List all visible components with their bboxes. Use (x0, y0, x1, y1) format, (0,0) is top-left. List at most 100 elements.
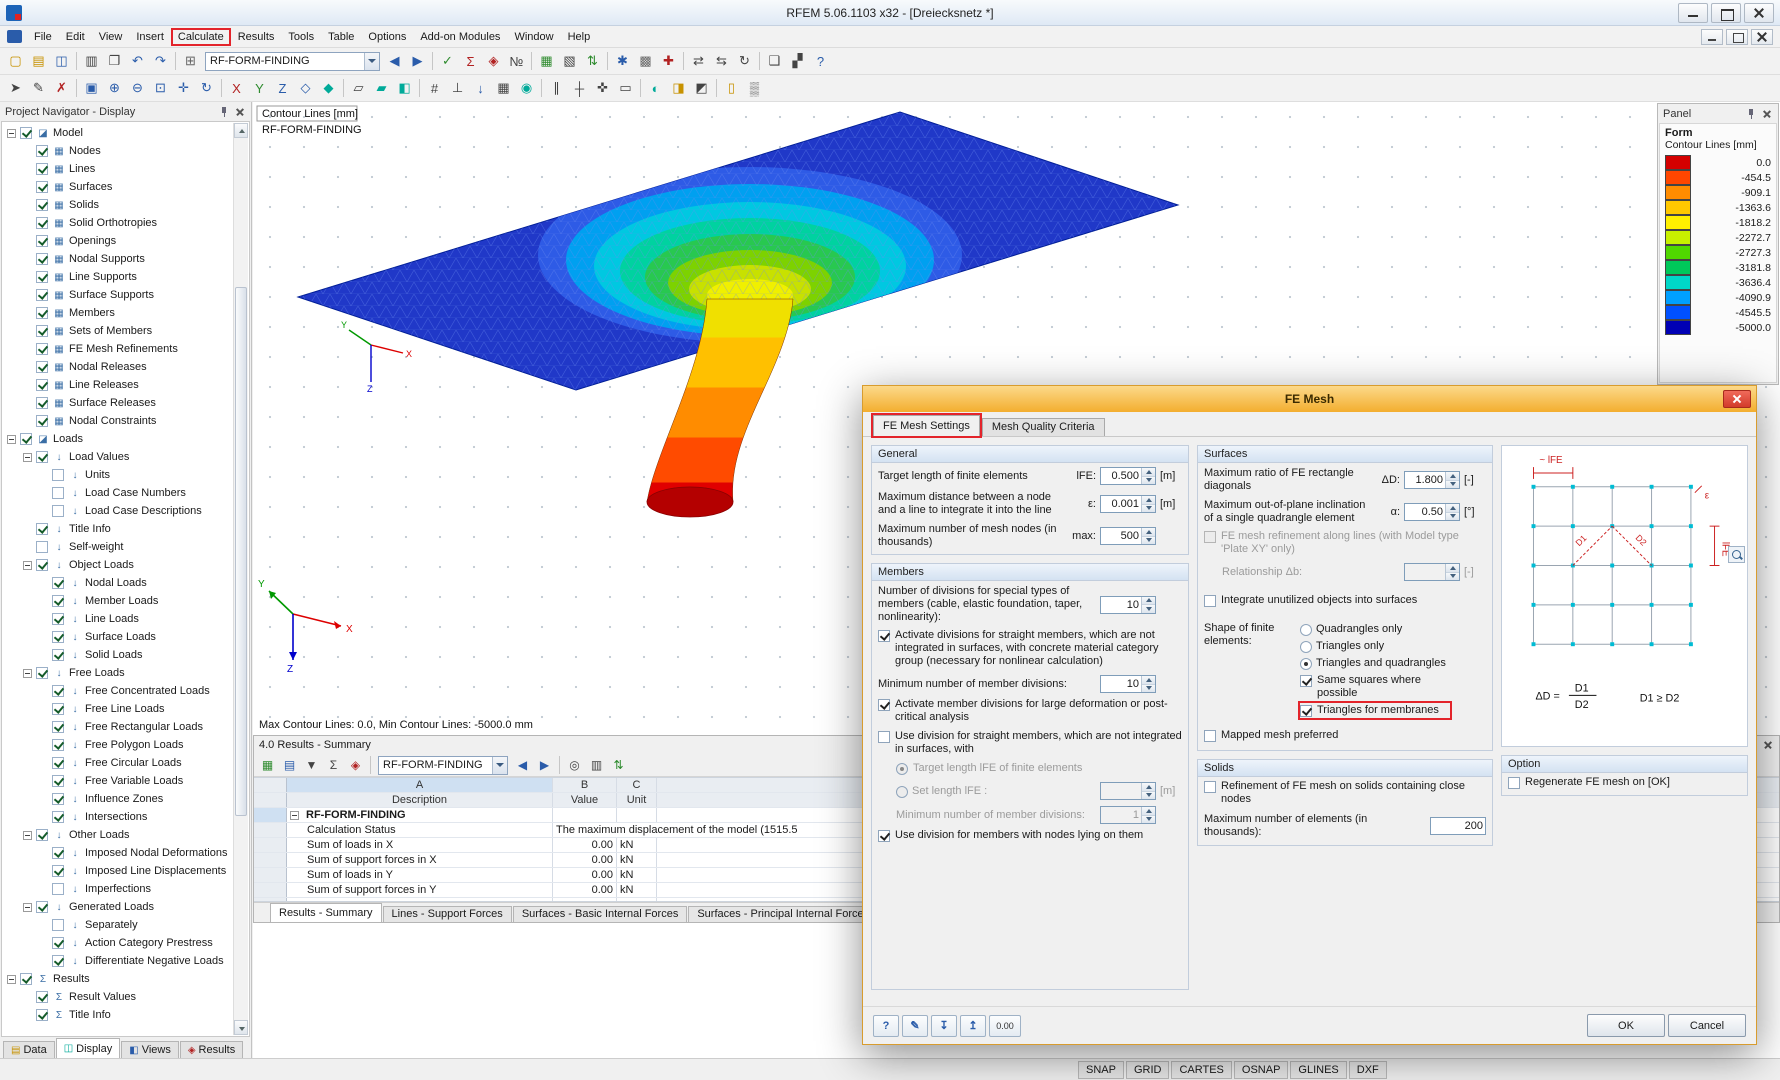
tree-checkbox[interactable] (36, 991, 48, 1003)
tree-checkbox[interactable] (52, 613, 64, 625)
refinement-lines-checkbox[interactable] (1204, 531, 1216, 543)
tree-checkbox[interactable] (52, 631, 64, 643)
tree-item-line-loads[interactable]: ↓Line Loads (3, 610, 232, 628)
tree-checkbox[interactable] (36, 217, 48, 229)
navigator-scrollbar[interactable] (233, 123, 248, 1035)
menu-item-insert[interactable]: Insert (129, 28, 171, 46)
collapse-icon[interactable] (23, 561, 32, 570)
diagram-zoom-icon[interactable] (1728, 546, 1745, 563)
results-tab-surfaces-principal-internal-forces[interactable]: Surfaces - Principal Internal Forces (688, 906, 878, 922)
tree-checkbox[interactable] (52, 739, 64, 751)
ok-button[interactable]: OK (1587, 1014, 1665, 1037)
show-supports-icon[interactable]: ⊥ (446, 78, 469, 99)
use-division-nodes-checkbox[interactable] (878, 830, 890, 842)
inclination-input[interactable]: 0.50 (1404, 503, 1460, 521)
collapse-icon[interactable] (290, 811, 299, 820)
tree-checkbox[interactable] (36, 397, 48, 409)
tree-checkbox[interactable] (36, 379, 48, 391)
tree-item-nodal-constraints[interactable]: ▦Nodal Constraints (3, 412, 232, 430)
scroll-down-icon[interactable] (234, 1020, 248, 1035)
tree-item-self-weight[interactable]: ↓Self-weight (3, 538, 232, 556)
user-views-icon[interactable]: ◨ (667, 78, 690, 99)
tree-checkbox[interactable] (36, 1009, 48, 1021)
units-button[interactable]: 0.00 (989, 1015, 1021, 1037)
spin-up-button[interactable] (1142, 807, 1155, 815)
mdi-restore-icon[interactable] (1726, 29, 1748, 45)
tree-checkbox[interactable] (36, 325, 48, 337)
rotate-view-icon[interactable]: ↻ (195, 78, 218, 99)
tree-checkbox[interactable] (36, 343, 48, 355)
regenerate-mesh-row[interactable]: Regenerate FE mesh on [OK] (1502, 773, 1747, 795)
tree-item-lines[interactable]: ▦Lines (3, 160, 232, 178)
tree-item-influence-zones[interactable]: ↓Influence Zones (3, 790, 232, 808)
set-length-input[interactable] (1100, 782, 1156, 800)
new-icon[interactable]: ▢ (4, 51, 27, 72)
tree-checkbox[interactable] (36, 361, 48, 373)
minimize-icon[interactable] (1678, 3, 1708, 23)
clipping-planes-icon[interactable]: ◩ (690, 78, 713, 99)
tree-checkbox[interactable] (52, 703, 64, 715)
copy-icon[interactable]: ❐ (103, 51, 126, 72)
menu-item-add-on-modules[interactable]: Add-on Modules (413, 28, 507, 46)
status-toggle-cartes[interactable]: CARTES (1171, 1061, 1231, 1079)
tree-checkbox[interactable] (36, 271, 48, 283)
target-length-radio[interactable] (896, 763, 908, 775)
tree-checkbox[interactable] (52, 649, 64, 661)
spin-up-button[interactable] (1142, 528, 1155, 536)
tree-item-separately[interactable]: ↓Separately (3, 916, 232, 934)
panel-close-icon[interactable] (1761, 108, 1773, 120)
mirror-icon[interactable]: ⇆ (710, 51, 733, 72)
spin-down-button[interactable] (1142, 536, 1155, 545)
spin-up-button[interactable] (1142, 597, 1155, 605)
tree-item-solid-orthotropies[interactable]: ▦Solid Orthotropies (3, 214, 232, 232)
solids-refinement-checkbox[interactable] (1204, 781, 1216, 793)
status-toggle-snap[interactable]: SNAP (1078, 1061, 1124, 1079)
triangles-only-row[interactable]: Triangles only (1300, 639, 1450, 654)
navigator-tab-results[interactable]: ◈Results (180, 1041, 243, 1058)
tree-item-members[interactable]: ▦Members (3, 304, 232, 322)
background-icon[interactable]: ▒ (743, 78, 766, 99)
tree-item-title-info[interactable]: ΣTitle Info (3, 1006, 232, 1024)
tree-item-action-category-prestress[interactable]: ↓Action Category Prestress (3, 934, 232, 952)
tree-item-other-loads[interactable]: ↓Other Loads (3, 826, 232, 844)
status-toggle-osnap[interactable]: OSNAP (1234, 1061, 1289, 1079)
table-views-icon[interactable]: ▤ (279, 756, 300, 775)
load-cases-icon[interactable]: ⊞ (179, 51, 202, 72)
export-table-icon[interactable]: ⇅ (608, 756, 629, 775)
next-load-case-icon[interactable]: ▶ (406, 51, 429, 72)
tree-item-surfaces[interactable]: ▦Surfaces (3, 178, 232, 196)
relationship-input[interactable] (1404, 563, 1460, 581)
export-settings-button[interactable]: ↥ (960, 1015, 986, 1037)
table-settings-icon[interactable]: ▦ (257, 756, 278, 775)
navigator-tab-display[interactable]: ◫Display (56, 1038, 121, 1058)
tree-item-load-case-numbers[interactable]: ↓Load Case Numbers (3, 484, 232, 502)
tree-checkbox[interactable] (36, 163, 48, 175)
tree-item-result-values[interactable]: ΣResult Values (3, 988, 232, 1006)
triangles-only-radio[interactable] (1300, 641, 1312, 653)
tree-item-line-supports[interactable]: ▦Line Supports (3, 268, 232, 286)
document-icon[interactable] (7, 30, 22, 43)
tree-checkbox[interactable] (36, 415, 48, 427)
tree-checkbox[interactable] (52, 793, 64, 805)
work-plane-icon[interactable]: ▭ (614, 78, 637, 99)
tree-item-sets-of-members[interactable]: ▦Sets of Members (3, 322, 232, 340)
tree-item-loads[interactable]: ◪Loads (3, 430, 232, 448)
tree-checkbox[interactable] (36, 235, 48, 247)
show-loads-icon[interactable]: ↓ (469, 78, 492, 99)
guidelines-icon[interactable]: ∥ (545, 78, 568, 99)
window-list-icon[interactable]: ▞ (786, 51, 809, 72)
scroll-thumb[interactable] (235, 287, 247, 816)
undo-icon[interactable]: ↶ (126, 51, 149, 72)
status-toggle-grid[interactable]: GRID (1126, 1061, 1170, 1079)
spin-down-button[interactable] (1142, 684, 1155, 693)
tree-checkbox[interactable] (36, 199, 48, 211)
tree-item-free-concentrated-loads[interactable]: ↓Free Concentrated Loads (3, 682, 232, 700)
fe-mesh-icon[interactable]: ▩ (634, 51, 657, 72)
tree-item-intersections[interactable]: ↓Intersections (3, 808, 232, 826)
menu-item-results[interactable]: Results (231, 28, 282, 46)
tree-checkbox[interactable] (36, 667, 48, 679)
transparent-mode-icon[interactable]: ◧ (393, 78, 416, 99)
menu-item-window[interactable]: Window (507, 28, 560, 46)
tree-checkbox[interactable] (36, 559, 48, 571)
same-squares-row[interactable]: Same squares where possible (1300, 673, 1450, 701)
